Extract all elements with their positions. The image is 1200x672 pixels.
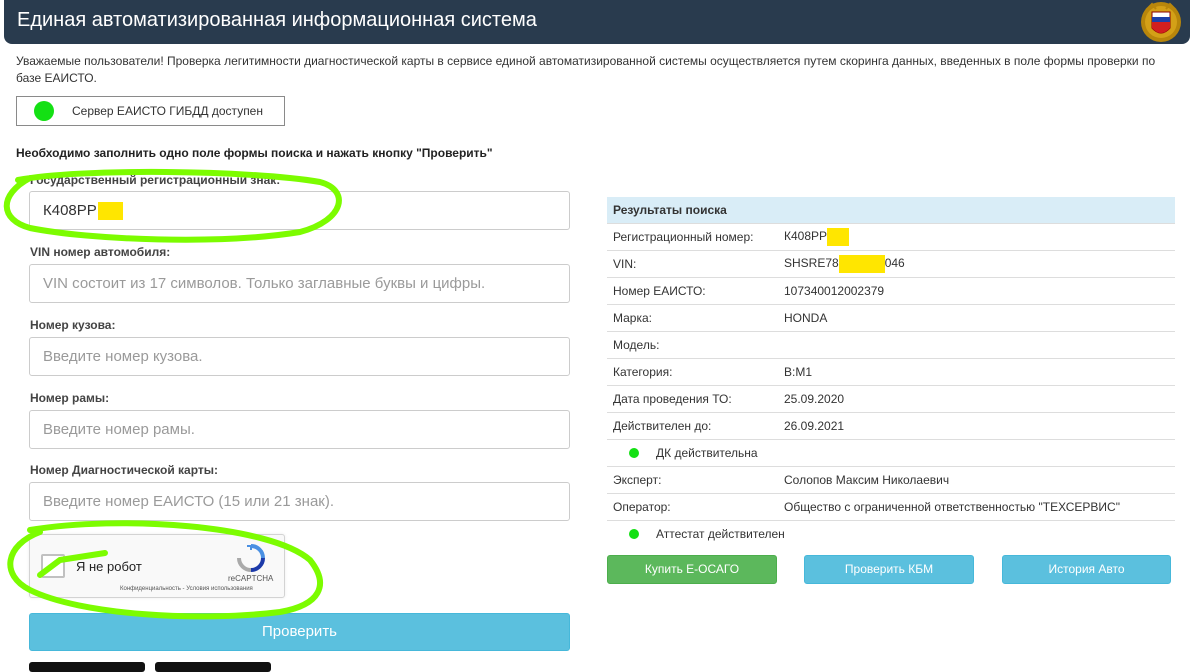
row-key: Регистрационный номер: (607, 222, 778, 250)
table-row: Оператор: Общество с ограниченной ответс… (607, 492, 1175, 520)
plate-label: Государственный регистрационный знак: (30, 173, 281, 187)
table-row: Действителен до: 26.09.2021 (607, 411, 1175, 439)
row-key: Марка: (607, 303, 778, 331)
row-value: К408РР (778, 222, 1175, 250)
attestation-status-row: Аттестат действителен (607, 519, 1175, 547)
attestation-status-text: Аттестат действителен (656, 526, 785, 541)
table-row: Дата проведения ТО: 25.09.2020 (607, 384, 1175, 412)
attestation-valid-icon (629, 528, 639, 539)
row-key: Эксперт: (607, 465, 778, 493)
vin-input[interactable] (29, 264, 570, 303)
server-status-box: Сервер ЕАИСТО ГИБДД доступен (16, 96, 285, 126)
auto-history-button[interactable]: История Авто (1002, 555, 1171, 584)
body-number-label: Номер кузова: (30, 318, 116, 332)
redaction-highlight (827, 227, 850, 246)
vin-label: VIN номер автомобиля: (30, 245, 171, 259)
redaction-highlight (838, 254, 885, 273)
recaptcha-brand: reCAPTCHA (228, 574, 274, 583)
results-table: Результаты поиска Регистрационный номер:… (607, 197, 1175, 547)
recaptcha-links[interactable]: Конфиденциальность - Условия использован… (120, 586, 253, 592)
buy-osago-button[interactable]: Купить Е-ОСАГО (607, 555, 777, 584)
recaptcha-checkbox[interactable] (41, 554, 65, 578)
server-status-text: Сервер ЕАИСТО ГИБДД доступен (72, 104, 263, 118)
body-number-input[interactable] (29, 337, 570, 376)
row-value: B:M1 (778, 357, 1175, 385)
row-key: Категория: (607, 357, 778, 385)
table-row: Регистрационный номер: К408РР (607, 222, 1175, 250)
frame-number-input[interactable] (29, 410, 570, 449)
notice-text: Уважаемые пользователи! Проверка легитим… (16, 54, 1156, 85)
results-title: Результаты поиска (607, 197, 1175, 223)
table-row: Модель: (607, 330, 1175, 358)
form-instruction: Необходимо заполнить одно поле формы пои… (16, 146, 493, 160)
row-key: Дата проведения ТО: (607, 384, 778, 412)
table-row: Марка: HONDA (607, 303, 1175, 331)
recaptcha-widget: Я не робот reCAPTCHA Конфиденциальность … (29, 534, 285, 598)
app-store-button[interactable] (29, 662, 145, 672)
card-number-input[interactable] (29, 482, 570, 521)
row-value: Общество с ограниченной ответственностью… (778, 492, 1175, 520)
recaptcha-label: Я не робот (76, 559, 142, 574)
row-value: SHSRE78 046 (778, 249, 1175, 277)
card-status-row: ДК действительна (607, 438, 1175, 466)
table-row: Категория: B:M1 (607, 357, 1175, 385)
check-kbm-button[interactable]: Проверить КБМ (804, 555, 974, 584)
row-value: 26.09.2021 (778, 411, 1175, 439)
page-title: Единая автоматизированная информационная… (17, 9, 537, 31)
recaptcha-logo-icon (237, 544, 265, 572)
row-value: HONDA (778, 303, 1175, 331)
row-key: Модель: (607, 330, 778, 358)
table-row: VIN: SHSRE78 046 (607, 249, 1175, 277)
gibdd-emblem-icon (1141, 2, 1181, 42)
check-button[interactable]: Проверить (29, 613, 570, 651)
card-status-text: ДК действительна (656, 445, 758, 460)
row-key: Действителен до: (607, 411, 778, 439)
row-key: Номер ЕАИСТО: (607, 276, 778, 304)
row-key: Оператор: (607, 492, 778, 520)
row-value (778, 330, 1175, 358)
row-key: VIN: (607, 249, 778, 277)
card-valid-icon (629, 447, 639, 458)
redaction-highlight (97, 202, 123, 221)
row-value: Солопов Максим Николаевич (778, 465, 1175, 493)
plate-input[interactable]: К408РР (29, 191, 570, 230)
table-row: Номер ЕАИСТО: 107340012002379 (607, 276, 1175, 304)
frame-number-label: Номер рамы: (30, 391, 110, 405)
plate-value: К408РР (43, 202, 97, 219)
app-header: Единая автоматизированная информационная… (4, 0, 1190, 44)
status-indicator-icon (34, 101, 54, 121)
card-number-label: Номер Диагностической карты: (30, 463, 219, 477)
table-row: Эксперт: Солопов Максим Николаевич (607, 465, 1175, 493)
google-play-button[interactable] (155, 662, 271, 672)
row-value: 107340012002379 (778, 276, 1175, 304)
row-value: 25.09.2020 (778, 384, 1175, 412)
